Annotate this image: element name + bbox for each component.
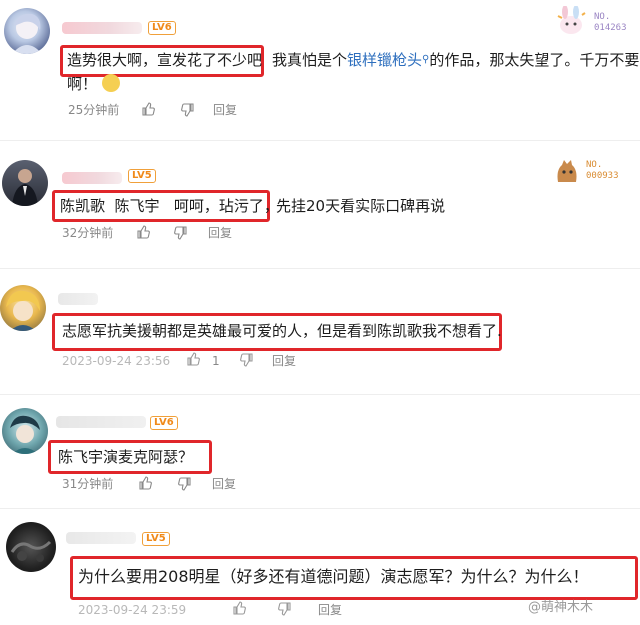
divider [0,508,640,509]
avatar[interactable] [0,285,46,331]
comment-text-line2: 啊！ [67,73,120,95]
comment-text-highlighted: 陈飞宇演麦克阿瑟？ [58,448,194,466]
reply-button[interactable]: 回复 [212,476,236,492]
like-icon[interactable] [136,225,150,239]
level-badge: LV5 [128,169,156,183]
level-badge: LV6 [150,416,178,430]
comment-3: 志愿军抗美援朝都是英雄最可爱的人，但是看到陈凯歌我不想看了. 2023-09-2… [0,275,640,390]
divider [0,268,640,269]
emoji-icon [101,74,120,92]
like-icon[interactable] [138,476,152,490]
dislike-icon[interactable] [181,103,195,117]
fan-badge-number: 014263 [594,23,627,33]
level-badge: LV5 [142,532,170,546]
comment-4: LV6 陈飞宇演麦克阿瑟？ 31分钟前 回复 [0,400,640,510]
cat-mascot-icon [557,160,577,182]
dislike-icon[interactable] [278,602,292,616]
level-badge: LV6 [148,21,176,35]
username-blurred[interactable] [62,22,142,34]
username-blurred[interactable] [58,293,98,305]
avatar-image [10,540,52,562]
dislike-icon[interactable] [174,226,188,240]
like-icon[interactable] [232,601,246,615]
fan-badge-label: NO. [594,12,611,22]
comment-text: 先挂20天看实际口碑再说 [276,197,446,215]
comment-text-highlighted: 造势很大啊，宣发花了不少吧 [67,51,263,69]
comment-text-highlighted: 为什么要用208明星（好多还有道德问题）演志愿军？为什么？为什么！ [78,567,589,586]
like-icon[interactable] [186,352,200,366]
avatar[interactable] [6,522,56,572]
dislike-icon[interactable] [178,477,192,491]
like-icon[interactable] [141,102,155,116]
dislike-icon[interactable] [240,353,254,367]
watermark: @萌神木木 [528,600,594,615]
avatar-image [12,13,42,54]
comment-text-highlighted: 陈凯歌 陈飞宇 呵呵，玷污了， [60,197,279,215]
reply-button[interactable]: 回复 [318,602,342,618]
fan-badge-number: 000933 [586,171,619,181]
avatar[interactable] [2,160,48,206]
reply-button[interactable]: 回复 [208,225,232,241]
timestamp: 2023-09-24 23:56 [62,354,171,368]
timestamp: 25分钟前 [68,103,120,117]
avatar[interactable] [2,408,48,454]
avatar-image [12,169,38,206]
divider [0,394,640,395]
like-count: 1 [212,354,220,368]
timestamp: 32分钟前 [62,226,114,240]
reply-button[interactable]: 回复 [213,102,237,118]
comment-text-part: 啊！ [67,75,98,93]
avatar-image [10,415,40,454]
username-blurred[interactable] [56,416,146,428]
comment-1: LV6 NO. 014263 造势很大啊，宣发花了不少吧 我真怕是个银样镴枪头⚲… [0,0,640,130]
reply-button[interactable]: 回复 [272,353,296,369]
comment-5: LV5 为什么要用208明星（好多还有道德问题）演志愿军？为什么？为什么！ 20… [0,512,640,625]
search-link[interactable]: 银样镴枪头 [347,51,422,69]
divider [0,140,640,141]
timestamp: 31分钟前 [62,477,114,491]
fan-badge-label: NO. [586,160,603,170]
comment-text-part: 的作品，那太失望了。千万不要 [429,51,640,69]
comment-text-part: 我真怕是个 [272,51,348,69]
avatar[interactable] [4,8,50,54]
comment-text: 我真怕是个银样镴枪头⚲的作品，那太失望了。千万不要 [272,49,639,71]
rabbit-mascot-icon [557,6,586,34]
username-blurred[interactable] [62,172,122,184]
comment-2: LV5 NO. 000933 陈凯歌 陈飞宇 呵呵，玷污了， 先挂20天看实际口… [0,150,640,260]
avatar-image [6,290,40,331]
timestamp: 2023-09-24 23:59 [78,603,187,617]
username-blurred[interactable] [66,532,136,544]
comment-text-highlighted: 志愿军抗美援朝都是英雄最可爱的人，但是看到陈凯歌我不想看了. [62,322,502,340]
